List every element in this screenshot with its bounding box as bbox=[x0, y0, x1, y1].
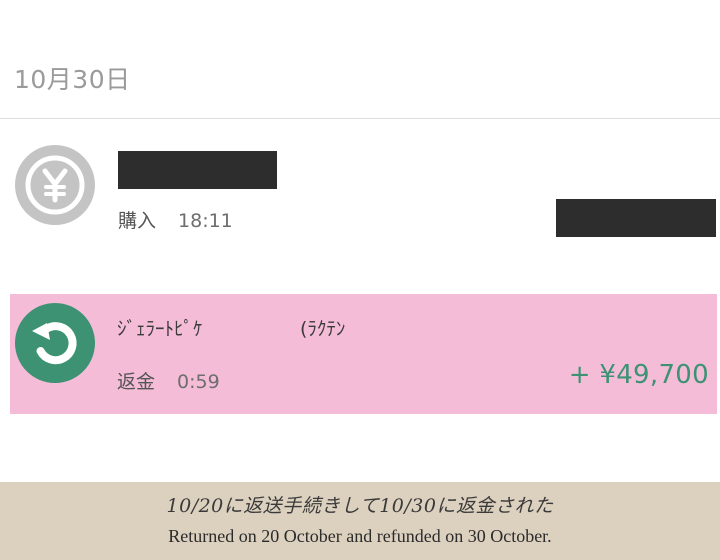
section-divider bbox=[0, 118, 720, 119]
date-header: 10月30日 bbox=[14, 65, 131, 94]
transaction-type: 購入 bbox=[118, 210, 157, 232]
caption-banner: 10/20に返送手続きして10/30に返金された Returned on 20 … bbox=[0, 482, 720, 560]
refund-arrow-icon bbox=[32, 322, 77, 365]
transaction-time: 18:11 bbox=[178, 210, 233, 232]
caption-japanese: 10/20に返送手続きして10/30に返金された bbox=[166, 495, 554, 517]
redacted-merchant-name bbox=[118, 151, 277, 189]
merchant-name-suffix: (ﾗｸﾃﾝ bbox=[300, 318, 346, 340]
transaction-type: 返金 bbox=[117, 371, 156, 393]
refund-icon bbox=[15, 303, 95, 383]
merchant-name: ｼﾞｪﾗｰﾄﾋﾟｹ bbox=[117, 318, 203, 340]
refund-transaction-row[interactable]: ｼﾞｪﾗｰﾄﾋﾟｹ (ﾗｸﾃﾝ 返金 0:59 + ¥49,700 bbox=[10, 294, 717, 414]
transaction-time: 0:59 bbox=[177, 371, 220, 393]
refund-meta: 返金 0:59 bbox=[117, 367, 220, 394]
yen-coin-icon bbox=[25, 155, 85, 215]
caption-english: Returned on 20 October and refunded on 3… bbox=[168, 526, 552, 546]
purchase-meta: 購入 18:11 bbox=[118, 206, 233, 233]
redacted-amount bbox=[556, 199, 716, 237]
refund-amount: + ¥49,700 bbox=[568, 360, 709, 390]
purchase-icon bbox=[15, 145, 95, 225]
